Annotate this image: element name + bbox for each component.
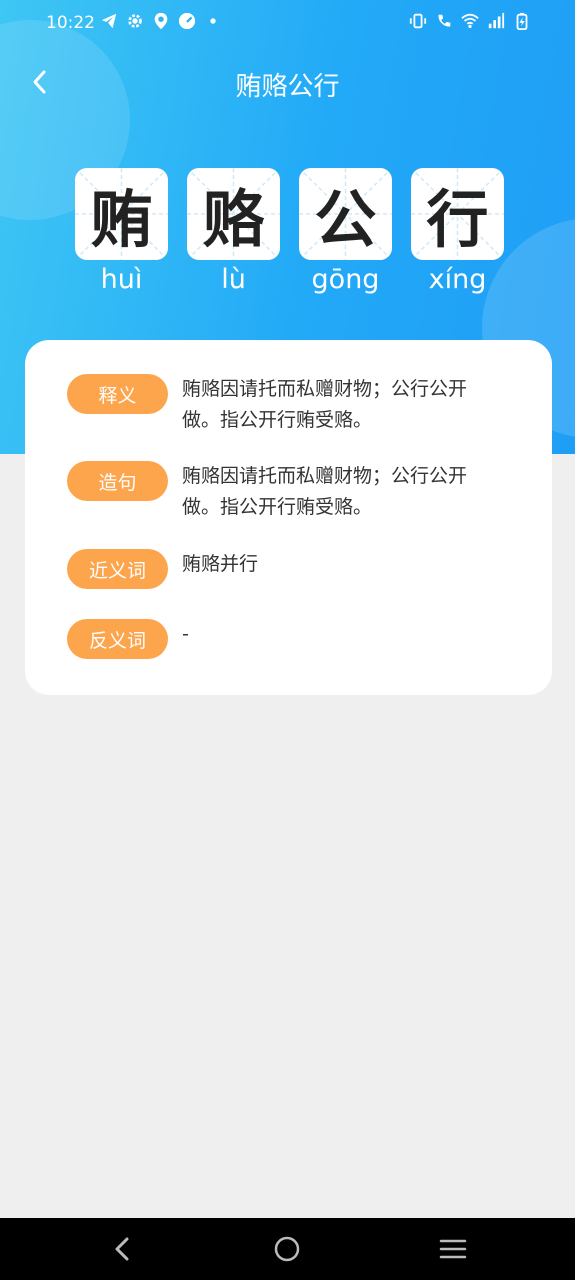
example-text: 贿赂因请托而私赠财物；公行公开做。指公开行贿受赂。 [182, 465, 468, 518]
detail-row-meaning: 释义 贿赂因请托而私赠财物；公行公开做。指公开行贿受赂。 [67, 374, 500, 436]
detail-row-antonym: 反义词 - [67, 619, 500, 659]
screen: 10:22 贿赂公行 贿 huì 赂 lù 公 gōng 行 xíng 释义 贿… [0, 0, 575, 1280]
back-triangle-icon [115, 1237, 129, 1261]
nav-menu-button[interactable] [437, 1233, 469, 1265]
nav-back-button[interactable] [106, 1233, 138, 1265]
char-box: 行 [411, 168, 504, 260]
char-box: 公 [299, 168, 392, 260]
synonym-text: 贿赂并行 [182, 553, 259, 575]
pinyin: xíng [428, 264, 487, 295]
idiom-char-1: 贿 huì [75, 168, 168, 295]
speedometer-icon [178, 12, 196, 30]
character: 公 [314, 183, 377, 256]
wifi-icon [461, 12, 479, 30]
menu-lines-icon [439, 1239, 467, 1259]
idiom-details-card: 释义 贿赂因请托而私赠财物；公行公开做。指公开行贿受赂。 造句 贿赂因请托而私赠… [25, 340, 552, 695]
system-navigation-bar [0, 1218, 575, 1280]
pinyin: lù [221, 264, 246, 295]
antonym-label: 反义词 [67, 619, 168, 659]
idiom-char-2: 赂 lù [187, 168, 280, 295]
signal-icon [487, 12, 505, 30]
telegram-icon [100, 12, 118, 30]
gear-icon [126, 12, 144, 30]
idiom-characters: 贿 huì 赂 lù 公 gōng 行 xíng [75, 168, 504, 295]
nav-home-button[interactable] [271, 1233, 303, 1265]
char-box: 赂 [187, 168, 280, 260]
idiom-char-3: 公 gōng [299, 168, 392, 295]
battery-charging-icon [513, 12, 531, 30]
meaning-text: 贿赂因请托而私赠财物；公行公开做。指公开行贿受赂。 [182, 378, 468, 431]
character: 贿 [90, 183, 153, 256]
page-title: 贿赂公行 [235, 72, 340, 102]
detail-row-example: 造句 贿赂因请托而私赠财物；公行公开做。指公开行贿受赂。 [67, 461, 500, 523]
antonym-text: - [182, 623, 189, 645]
character: 赂 [202, 183, 265, 256]
pinyin: gōng [311, 264, 380, 295]
status-icons-right [409, 12, 531, 30]
location-pin-icon [152, 12, 170, 30]
wifi-call-icon [435, 12, 453, 30]
vibrate-icon [409, 12, 427, 30]
character: 行 [426, 183, 489, 256]
synonym-label: 近义词 [67, 549, 168, 589]
dot-icon [204, 12, 222, 30]
idiom-char-4: 行 xíng [411, 168, 504, 295]
char-box: 贿 [75, 168, 168, 260]
status-time: 10:22 [46, 13, 95, 33]
status-bar: 10:22 [0, 0, 575, 48]
detail-row-synonym: 近义词 贿赂并行 [67, 549, 500, 589]
status-icons-left [100, 12, 222, 30]
meaning-label: 释义 [67, 374, 168, 414]
example-label: 造句 [67, 461, 168, 501]
home-circle-icon [274, 1236, 300, 1262]
pinyin: huì [100, 264, 143, 295]
